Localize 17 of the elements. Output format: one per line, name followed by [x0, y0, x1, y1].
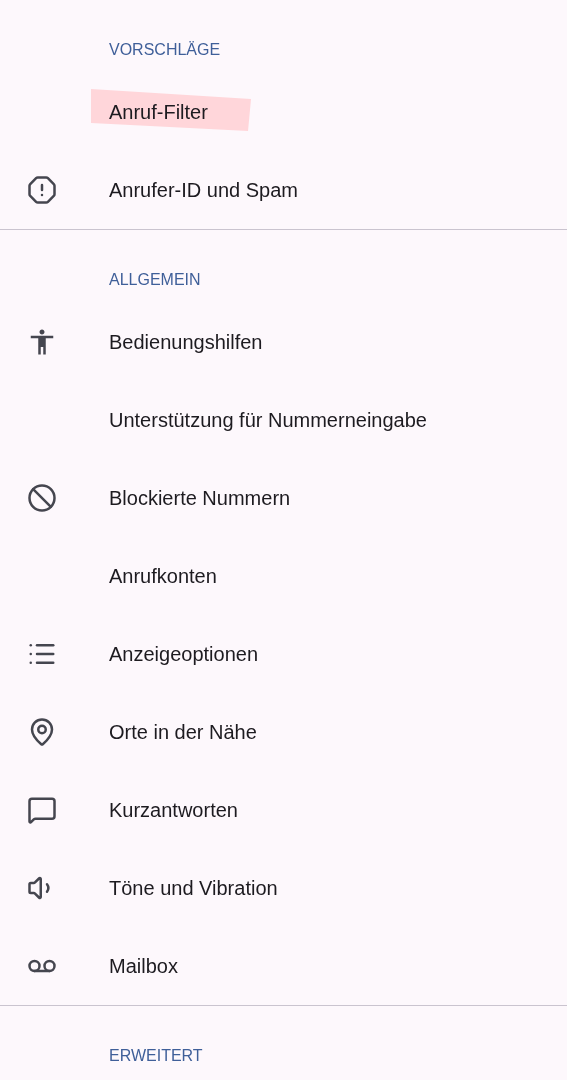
- alert-octagon-icon: [27, 175, 57, 205]
- settings-item[interactable]: Anruf-Filter: [0, 73, 567, 151]
- section-header: ERWEITERT: [109, 1047, 203, 1064]
- message-icon: [27, 795, 57, 825]
- settings-item[interactable]: Töne und Vibration: [0, 849, 567, 927]
- settings-item[interactable]: Kurzantworten: [0, 771, 567, 849]
- settings-item[interactable]: Orte in der Nähe: [0, 693, 567, 771]
- section-header: VORSCHLÄGE: [109, 41, 221, 58]
- settings-item[interactable]: Bedienungshilfen: [0, 303, 567, 381]
- block-icon: [27, 483, 57, 513]
- section-header: ALLGEMEIN: [109, 271, 201, 288]
- settings-item[interactable]: Anrufer-ID und Spam: [0, 151, 567, 229]
- settings-item[interactable]: Blockierte Nummern: [0, 459, 567, 537]
- settings-item[interactable]: Anrufkonten: [0, 537, 567, 615]
- settings-item[interactable]: Unterstützung für Nummerneingabe: [0, 381, 567, 459]
- settings-item[interactable]: Mailbox: [0, 927, 567, 1005]
- settings-item[interactable]: Anzeigeoptionen: [0, 615, 567, 693]
